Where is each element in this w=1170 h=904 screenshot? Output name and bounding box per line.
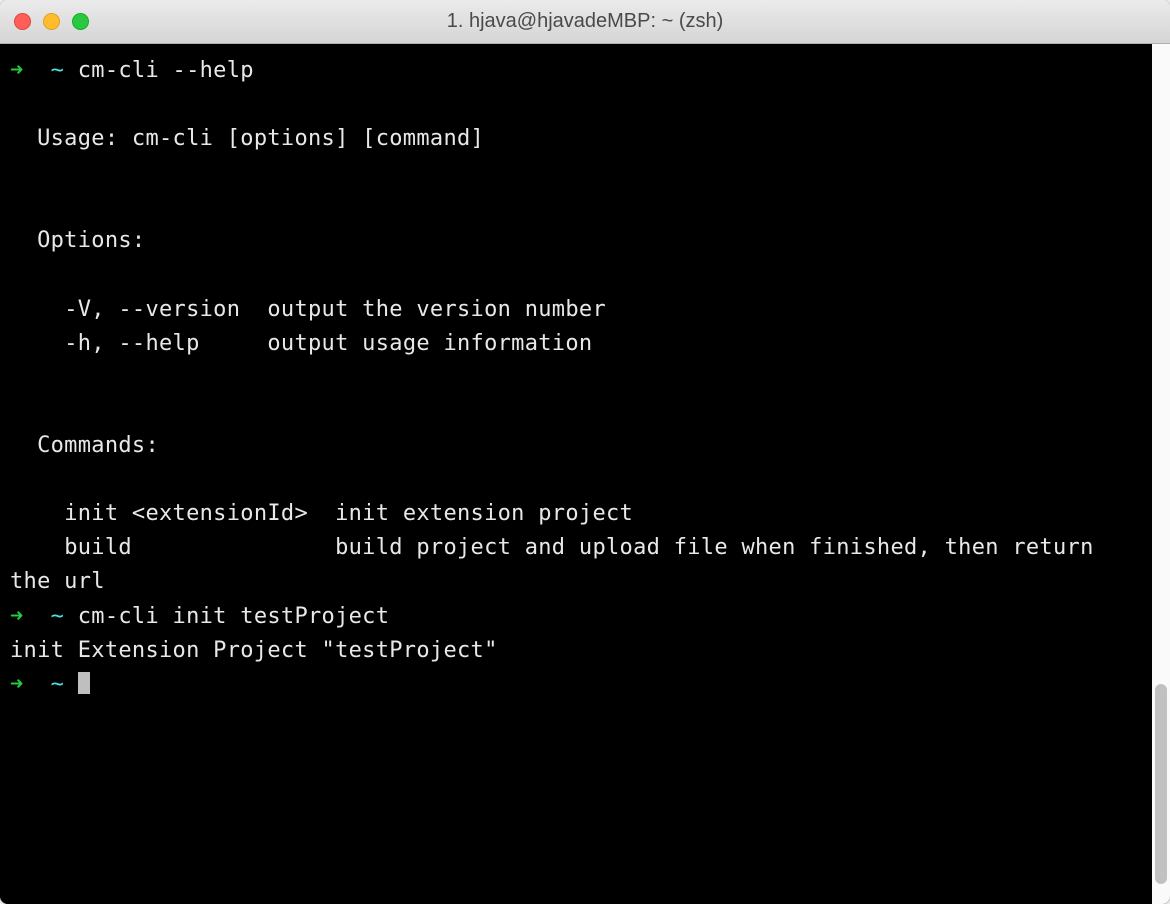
prompt-path: ~ [51, 604, 65, 629]
command-init: init <extensionId> init extension projec… [10, 501, 633, 526]
commands-header: Commands: [10, 433, 159, 458]
terminal-container: ➜ ~ cm-cli --help Usage: cm-cli [options… [0, 44, 1170, 904]
option-version: -V, --version output the version number [10, 297, 606, 322]
terminal-content[interactable]: ➜ ~ cm-cli --help Usage: cm-cli [options… [0, 44, 1152, 904]
prompt-path: ~ [51, 672, 65, 697]
option-help: -h, --help output usage information [10, 331, 592, 356]
scrollbar-track[interactable] [1152, 44, 1170, 904]
traffic-lights [0, 13, 89, 30]
minimize-button[interactable] [43, 13, 60, 30]
command-input: cm-cli init testProject [78, 604, 390, 629]
usage-line: Usage: cm-cli [options] [command] [10, 126, 484, 151]
prompt-arrow-icon: ➜ [10, 604, 24, 629]
prompt-arrow-icon: ➜ [10, 672, 24, 697]
command-build: build build project and upload file when… [10, 535, 1107, 594]
options-header: Options: [10, 228, 145, 253]
scrollbar-thumb[interactable] [1155, 684, 1167, 884]
init-output: init Extension Project "testProject" [10, 638, 498, 663]
command-input: cm-cli --help [78, 58, 254, 83]
close-button[interactable] [14, 13, 31, 30]
maximize-button[interactable] [72, 13, 89, 30]
cursor [78, 672, 90, 694]
window-title: 1. hjava@hjavadeMBP: ~ (zsh) [0, 10, 1170, 33]
terminal-window: 1. hjava@hjavadeMBP: ~ (zsh) ➜ ~ cm-cli … [0, 0, 1170, 904]
prompt-path: ~ [51, 58, 65, 83]
prompt-arrow-icon: ➜ [10, 58, 24, 83]
titlebar[interactable]: 1. hjava@hjavadeMBP: ~ (zsh) [0, 0, 1170, 44]
